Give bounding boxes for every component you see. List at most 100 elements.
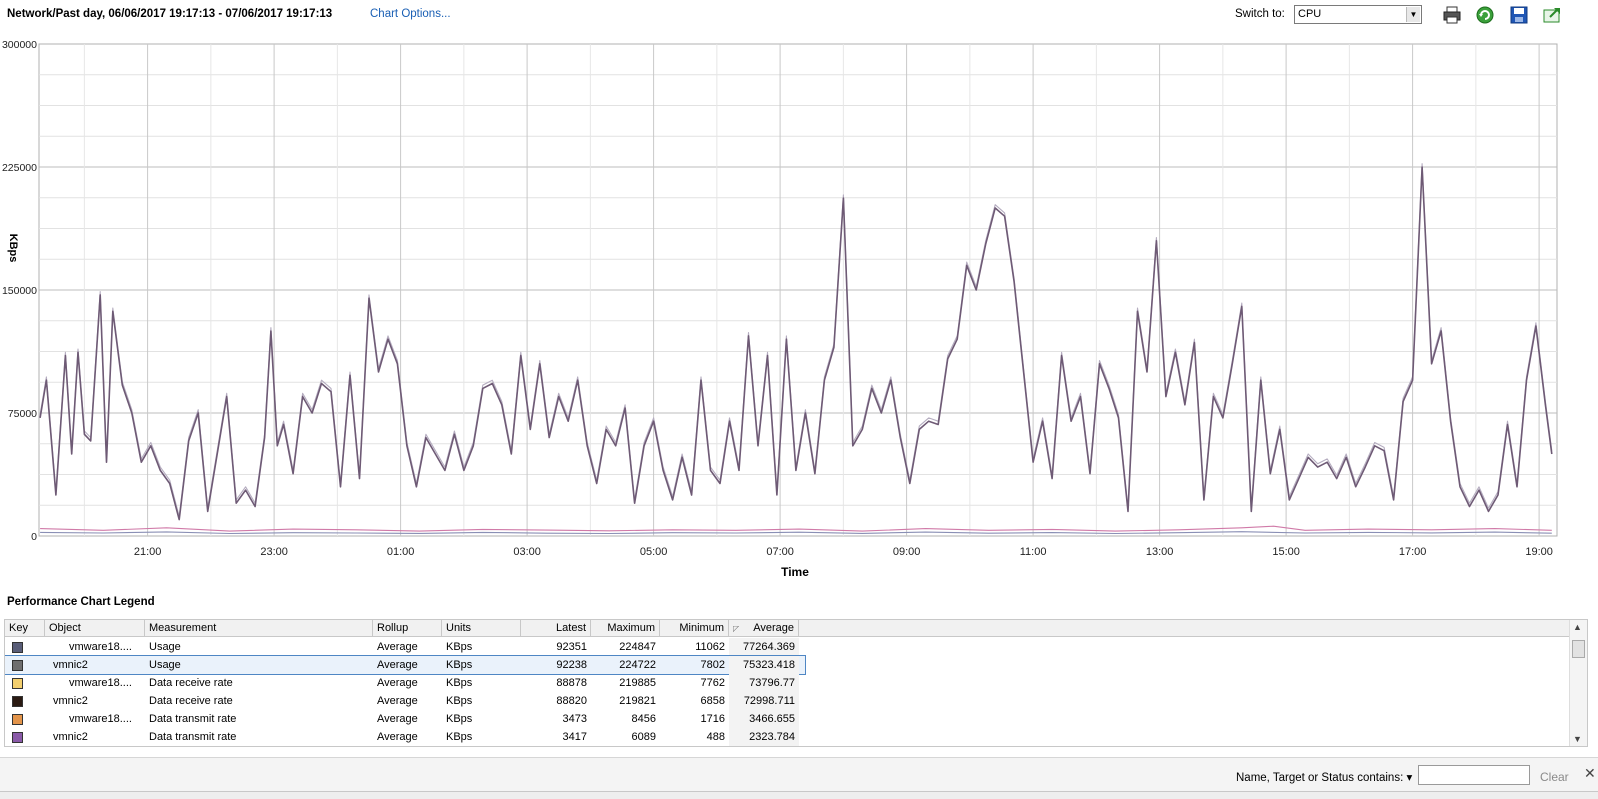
col-measurement[interactable]: Measurement (145, 620, 373, 637)
header-bar: Network/Past day, 06/06/2017 19:17:13 - … (0, 0, 1598, 30)
legend-object: vmware18.... (69, 641, 132, 653)
legend-header: Key Object Measurement Rollup Units Late… (5, 620, 1570, 637)
legend-row[interactable]: vmnic2 Data transmit rate Average KBps 3417 6… (5, 728, 805, 746)
legend-rollup: Average (377, 695, 418, 707)
x-tick-label: 07:00 (766, 546, 794, 558)
legend-average: 75323.418 (729, 656, 799, 674)
y-tick-label: 0 (31, 531, 37, 543)
legend-object: vmnic2 (53, 731, 88, 743)
legend-minimum: 7762 (700, 677, 725, 689)
legend-color-swatch (12, 714, 23, 725)
legend-measurement: Data receive rate (149, 695, 233, 707)
refresh-icon[interactable] (1475, 5, 1495, 25)
legend-units: KBps (446, 731, 473, 743)
chevron-down-icon[interactable]: ▼ (1406, 7, 1420, 22)
legend-units: KBps (446, 695, 473, 707)
legend-row[interactable]: vmnic2 Usage Average KBps 92238 224722 7802 753… (5, 655, 806, 675)
legend-object: vmnic2 (53, 659, 88, 671)
legend-measurement: Data transmit rate (149, 713, 237, 725)
x-tick-label: 11:00 (1020, 546, 1047, 558)
y-axis-label: KBps (7, 234, 19, 263)
legend-color-swatch (12, 660, 23, 671)
col-latest[interactable]: Latest (521, 620, 591, 637)
col-key[interactable]: Key (5, 620, 45, 637)
legend-maximum: 8456 (631, 713, 656, 725)
x-tick-label: 01:00 (387, 546, 415, 558)
legend-rollup: Average (377, 713, 418, 725)
legend-row[interactable]: vmware18.... Data transmit rate Average KBp… (5, 710, 805, 728)
col-average[interactable]: ◸ Average (729, 620, 799, 637)
legend-maximum: 219821 (619, 695, 656, 707)
legend-maximum: 224847 (619, 641, 656, 653)
legend-minimum: 1716 (700, 713, 725, 725)
y-tick-label: 75000 (8, 408, 37, 420)
legend-average: 3466.655 (729, 710, 799, 728)
col-rollup[interactable]: Rollup (373, 620, 442, 637)
x-tick-label: 13:00 (1146, 546, 1174, 558)
printer-icon[interactable] (1442, 5, 1462, 25)
filter-label[interactable]: Name, Target or Status contains: ▾ (1236, 770, 1412, 784)
y-tick-label: 150000 (2, 285, 37, 297)
legend-latest: 92238 (556, 659, 587, 671)
switch-to-value: CPU (1298, 8, 1322, 20)
legend-measurement: Usage (149, 641, 181, 653)
scroll-down-icon[interactable]: ▼ (1573, 734, 1582, 744)
legend-scrollbar[interactable]: ▲ ▼ (1569, 620, 1587, 746)
x-tick-label: 17:00 (1399, 546, 1427, 558)
legend-average: 73796.77 (729, 674, 799, 692)
legend-measurement: Usage (149, 659, 181, 671)
filter-input[interactable] (1418, 765, 1530, 785)
col-minimum[interactable]: Minimum (660, 620, 729, 637)
legend-table: Key Object Measurement Rollup Units Late… (4, 619, 1588, 747)
y-axis-ticks: 300000 225000 150000 75000 0 (2, 39, 37, 543)
legend-title: Performance Chart Legend (7, 596, 155, 608)
chart-options-link[interactable]: Chart Options... (370, 8, 451, 20)
legend-units: KBps (446, 659, 473, 671)
legend-minimum: 7802 (700, 659, 725, 671)
legend-maximum: 6089 (631, 731, 656, 743)
legend-color-swatch (12, 696, 23, 707)
legend-row[interactable]: vmware18.... Usage Average KBps 92351 224847 1… (5, 638, 805, 656)
legend-object: vmware18.... (69, 713, 132, 725)
col-object[interactable]: Object (45, 620, 145, 637)
legend-rollup: Average (377, 659, 418, 671)
x-tick-label: 03:00 (513, 546, 541, 558)
legend-maximum: 219885 (619, 677, 656, 689)
switch-to-label: Switch to: (1235, 8, 1285, 20)
legend-maximum: 224722 (619, 659, 656, 671)
col-maximum[interactable]: Maximum (591, 620, 660, 637)
legend-row[interactable]: vmware18.... Data receive rate Average KBps… (5, 674, 805, 692)
x-tick-label: 05:00 (640, 546, 668, 558)
legend-measurement: Data transmit rate (149, 731, 237, 743)
clear-button[interactable]: Clear (1540, 770, 1569, 784)
legend-average: 77264.369 (729, 638, 799, 656)
y-tick-label: 225000 (2, 162, 37, 174)
export-icon[interactable] (1542, 5, 1562, 25)
legend-units: KBps (446, 677, 473, 689)
x-axis-label: Time (781, 565, 809, 579)
legend-minimum: 488 (706, 731, 725, 743)
switch-to-select[interactable]: CPU ▼ (1294, 5, 1422, 24)
legend-latest: 88820 (556, 695, 587, 707)
y-tick-label: 300000 (2, 39, 37, 51)
legend-latest: 3473 (562, 713, 587, 725)
legend-row[interactable]: vmnic2 Data receive rate Average KBps 88820 2… (5, 692, 805, 710)
col-units[interactable]: Units (442, 620, 521, 637)
legend-object: vmnic2 (53, 695, 88, 707)
legend-minimum: 11062 (695, 641, 725, 653)
scroll-thumb[interactable] (1572, 640, 1585, 658)
legend-rollup: Average (377, 641, 418, 653)
legend-measurement: Data receive rate (149, 677, 233, 689)
legend-color-swatch (12, 642, 23, 653)
x-tick-label: 19:00 (1525, 546, 1553, 558)
legend-rollup: Average (377, 731, 418, 743)
tasks-table-header (0, 791, 1598, 799)
scroll-up-icon[interactable]: ▲ (1573, 622, 1582, 632)
x-tick-label: 09:00 (893, 546, 921, 558)
save-icon[interactable] (1509, 5, 1529, 25)
legend-average: 72998.711 (729, 692, 799, 710)
sort-arrow-icon: ◸ (733, 624, 740, 633)
legend-rollup: Average (377, 677, 418, 689)
close-icon[interactable]: ✕ (1584, 765, 1596, 782)
x-tick-label: 23:00 (260, 546, 288, 558)
